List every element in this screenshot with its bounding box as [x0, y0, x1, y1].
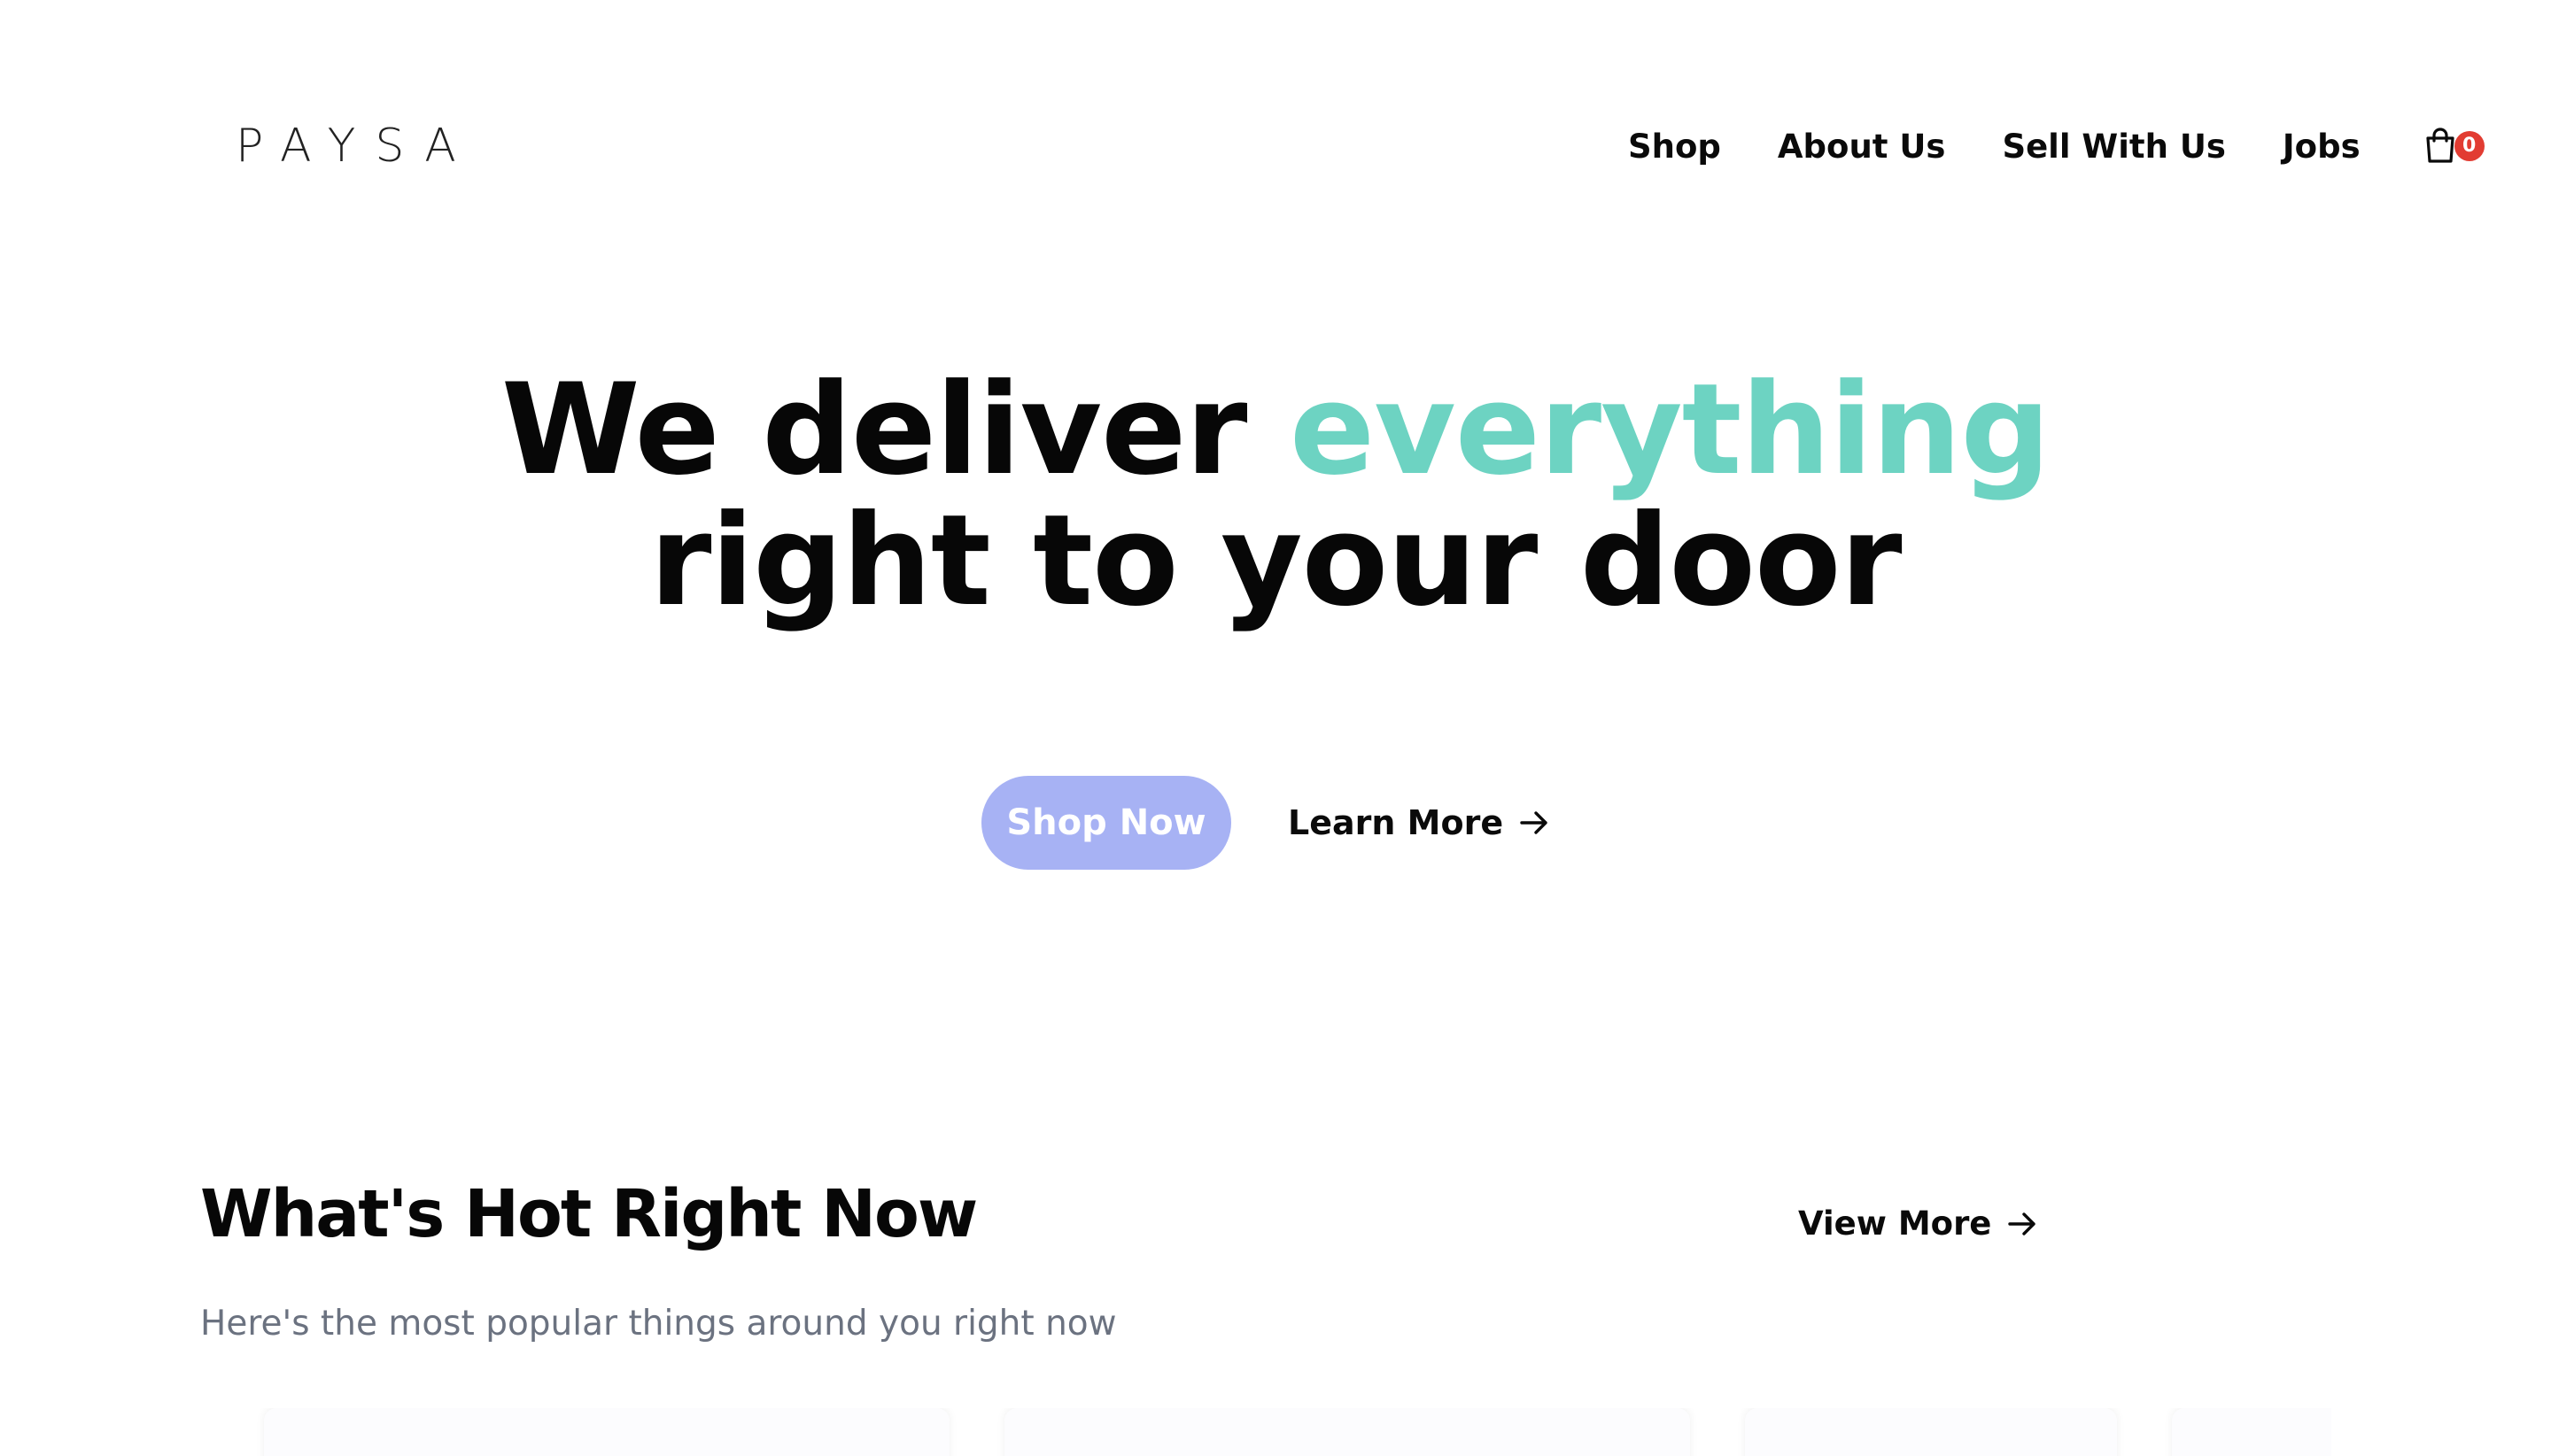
shopping-bag-icon: [2426, 128, 2454, 163]
nav-link-about-us[interactable]: About Us: [1778, 126, 1946, 168]
page: PAYSA Shop About Us Sell With Us Jobs 0 …: [0, 0, 2551, 1456]
view-more-label: View More: [1798, 1204, 1992, 1243]
hero-title-accent: everything: [1289, 357, 2051, 503]
cart-button[interactable]: 0: [2424, 126, 2485, 168]
nav-link-shop[interactable]: Shop: [1628, 126, 1721, 168]
learn-more-button[interactable]: Learn More: [1288, 803, 1549, 842]
product-card[interactable]: [1004, 1408, 1690, 1456]
product-card[interactable]: [2172, 1408, 2331, 1456]
logo[interactable]: PAYSA: [236, 120, 476, 173]
hero-title: We deliver everything right to your door: [0, 365, 2551, 627]
hero-title-line-1: We deliver everything: [0, 365, 2551, 496]
arrow-right-icon: [1520, 811, 1547, 834]
shop-now-button[interactable]: Shop Now: [981, 776, 1231, 870]
product-card[interactable]: [1745, 1408, 2117, 1456]
arrow-right-icon: [2008, 1212, 2036, 1235]
nav-link-jobs[interactable]: Jobs: [2283, 126, 2361, 168]
learn-more-label: Learn More: [1288, 803, 1504, 842]
product-carousel: [232, 1408, 2331, 1456]
main-nav: Shop About Us Sell With Us Jobs 0: [1628, 126, 2485, 168]
view-more-button[interactable]: View More: [1798, 1204, 2037, 1243]
site-header: PAYSA Shop About Us Sell With Us Jobs 0: [0, 0, 2551, 292]
cart-count-badge: 0: [2454, 131, 2485, 161]
hero-actions: Shop Now Learn More: [981, 776, 1549, 870]
section-subtitle: Here's the most popular things around yo…: [200, 1304, 1117, 1344]
hero-title-text: We deliver: [500, 357, 1248, 503]
hero-title-line-2: right to your door: [649, 488, 1902, 634]
section-title: What's Hot Right Now: [200, 1176, 978, 1252]
product-card[interactable]: [264, 1408, 950, 1456]
nav-link-sell-with-us[interactable]: Sell With Us: [2002, 126, 2225, 168]
